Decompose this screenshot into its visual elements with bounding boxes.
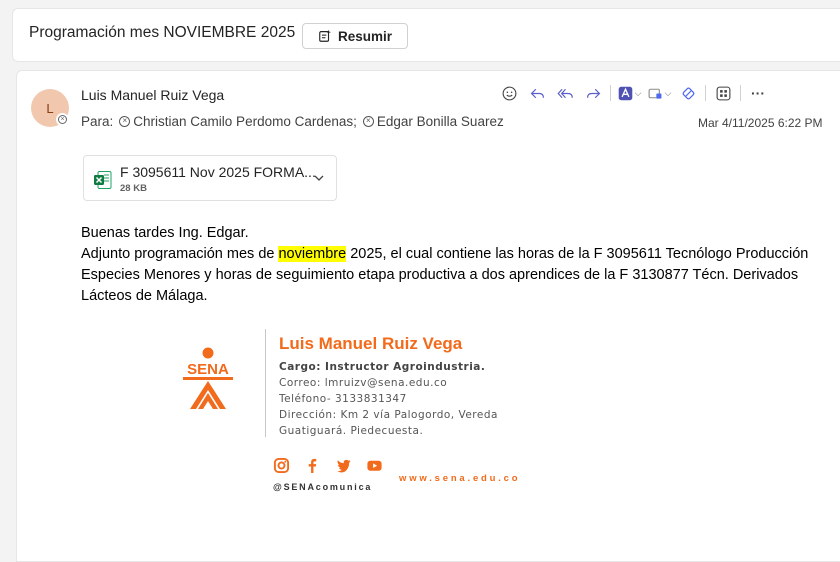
recipients-line: Para: × Christian Camilo Perdomo Cardena…	[81, 114, 504, 129]
body-paragraph: Adjunto programación mes de noviembre 20…	[81, 244, 840, 307]
toolbar-divider	[610, 85, 611, 101]
attachment-name: F 3095611 Nov 2025 FORMA...	[120, 164, 316, 180]
signature-address: Dirección: Km 2 vía Palogordo, Vereda	[279, 409, 498, 421]
recipient-chip[interactable]: × Edgar Bonilla Suarez	[362, 114, 504, 129]
forward-icon	[586, 88, 600, 98]
recipient-chip[interactable]: × Christian Camilo Perdomo Cardenas;	[119, 114, 357, 129]
top-strip	[0, 0, 840, 8]
reply-all-icon	[556, 88, 573, 98]
sent-date: Mar 4/11/2025 6:22 PM	[698, 116, 823, 130]
avatar-initial: L	[46, 100, 54, 116]
greeting: Buenas tardes Ing. Edgar.	[81, 225, 249, 241]
subject-title: Programación mes NOVIEMBRE 2025	[29, 24, 296, 41]
message-toolbar: ⌵ ⌵ ···	[495, 81, 772, 105]
loop-button[interactable]	[674, 81, 702, 105]
recipient-status-icon: ×	[362, 116, 374, 127]
emoji-icon	[502, 86, 516, 100]
recipient-status-icon: ×	[119, 116, 131, 127]
reply-button[interactable]	[523, 81, 551, 105]
instagram-icon[interactable]	[273, 457, 290, 474]
grid-button[interactable]	[709, 81, 737, 105]
apps-dropdown[interactable]: ⌵	[614, 81, 644, 105]
social-handle: @SENAcomunica	[273, 482, 373, 492]
more-icon: ···	[751, 85, 765, 101]
signature-divider	[265, 329, 266, 437]
message-body: Buenas tardes Ing. Edgar. Adjunto progra…	[81, 223, 840, 307]
signature-address: Guatiguará. Piedecuesta.	[279, 425, 424, 437]
chevron-down-icon[interactable]	[313, 172, 325, 184]
grid-icon	[716, 86, 730, 100]
message-card: L × Luis Manuel Ruiz Vega Para: × Christ…	[16, 70, 840, 562]
apps-icon	[618, 86, 632, 100]
to-label: Para:	[81, 114, 114, 129]
forward-button[interactable]	[579, 81, 607, 105]
more-button[interactable]: ···	[744, 81, 772, 105]
twitter-icon[interactable]	[335, 457, 352, 474]
summarize-label: Resumir	[337, 28, 393, 44]
email-signature: SENA Luis Manuel Ruiz Vega Cargo: Instru…	[181, 329, 581, 559]
label-icon	[648, 88, 662, 99]
reply-all-button[interactable]	[551, 81, 579, 105]
toolbar-divider	[705, 85, 706, 101]
sena-logo: SENA	[183, 347, 233, 409]
label-dropdown[interactable]: ⌵	[644, 81, 674, 105]
recipient-name: Christian Camilo Perdomo Cardenas;	[133, 114, 357, 129]
recipient-name: Edgar Bonilla Suarez	[376, 114, 504, 129]
website-link[interactable]: www.sena.edu.co	[399, 473, 520, 484]
social-links	[273, 457, 383, 474]
chevron-down-icon: ⌵	[664, 87, 672, 98]
excel-icon	[94, 171, 112, 189]
emoji-button[interactable]	[495, 81, 523, 105]
toolbar-divider	[740, 85, 741, 101]
sender-name[interactable]: Luis Manuel Ruiz Vega	[81, 87, 224, 103]
reply-icon	[530, 88, 544, 98]
presence-status-icon: ×	[56, 113, 69, 126]
signature-name: Luis Manuel Ruiz Vega	[279, 334, 463, 353]
facebook-icon[interactable]	[304, 457, 321, 474]
signature-role: Cargo: Instructor Agroindustria.	[279, 361, 486, 373]
highlighted-word: noviembre	[278, 246, 347, 262]
chevron-down-icon: ⌵	[634, 87, 642, 98]
body-text-part: Adjunto programación mes de	[81, 246, 279, 262]
summarize-button[interactable]: Resumir	[302, 23, 408, 49]
youtube-icon[interactable]	[366, 457, 383, 474]
signature-email[interactable]: Correo: lmruizv@sena.edu.co	[279, 377, 447, 389]
summarize-icon	[319, 29, 332, 42]
signature-phone: Teléfono- 3133831347	[279, 393, 407, 405]
attachment-card[interactable]: F 3095611 Nov 2025 FORMA... 28 KB	[83, 155, 337, 201]
attachment-size: 28 KB	[120, 183, 147, 194]
loop-icon	[682, 87, 694, 99]
subject-header: Programación mes NOVIEMBRE 2025 Resumir	[12, 8, 840, 62]
sena-logo-text: SENA	[187, 361, 229, 378]
